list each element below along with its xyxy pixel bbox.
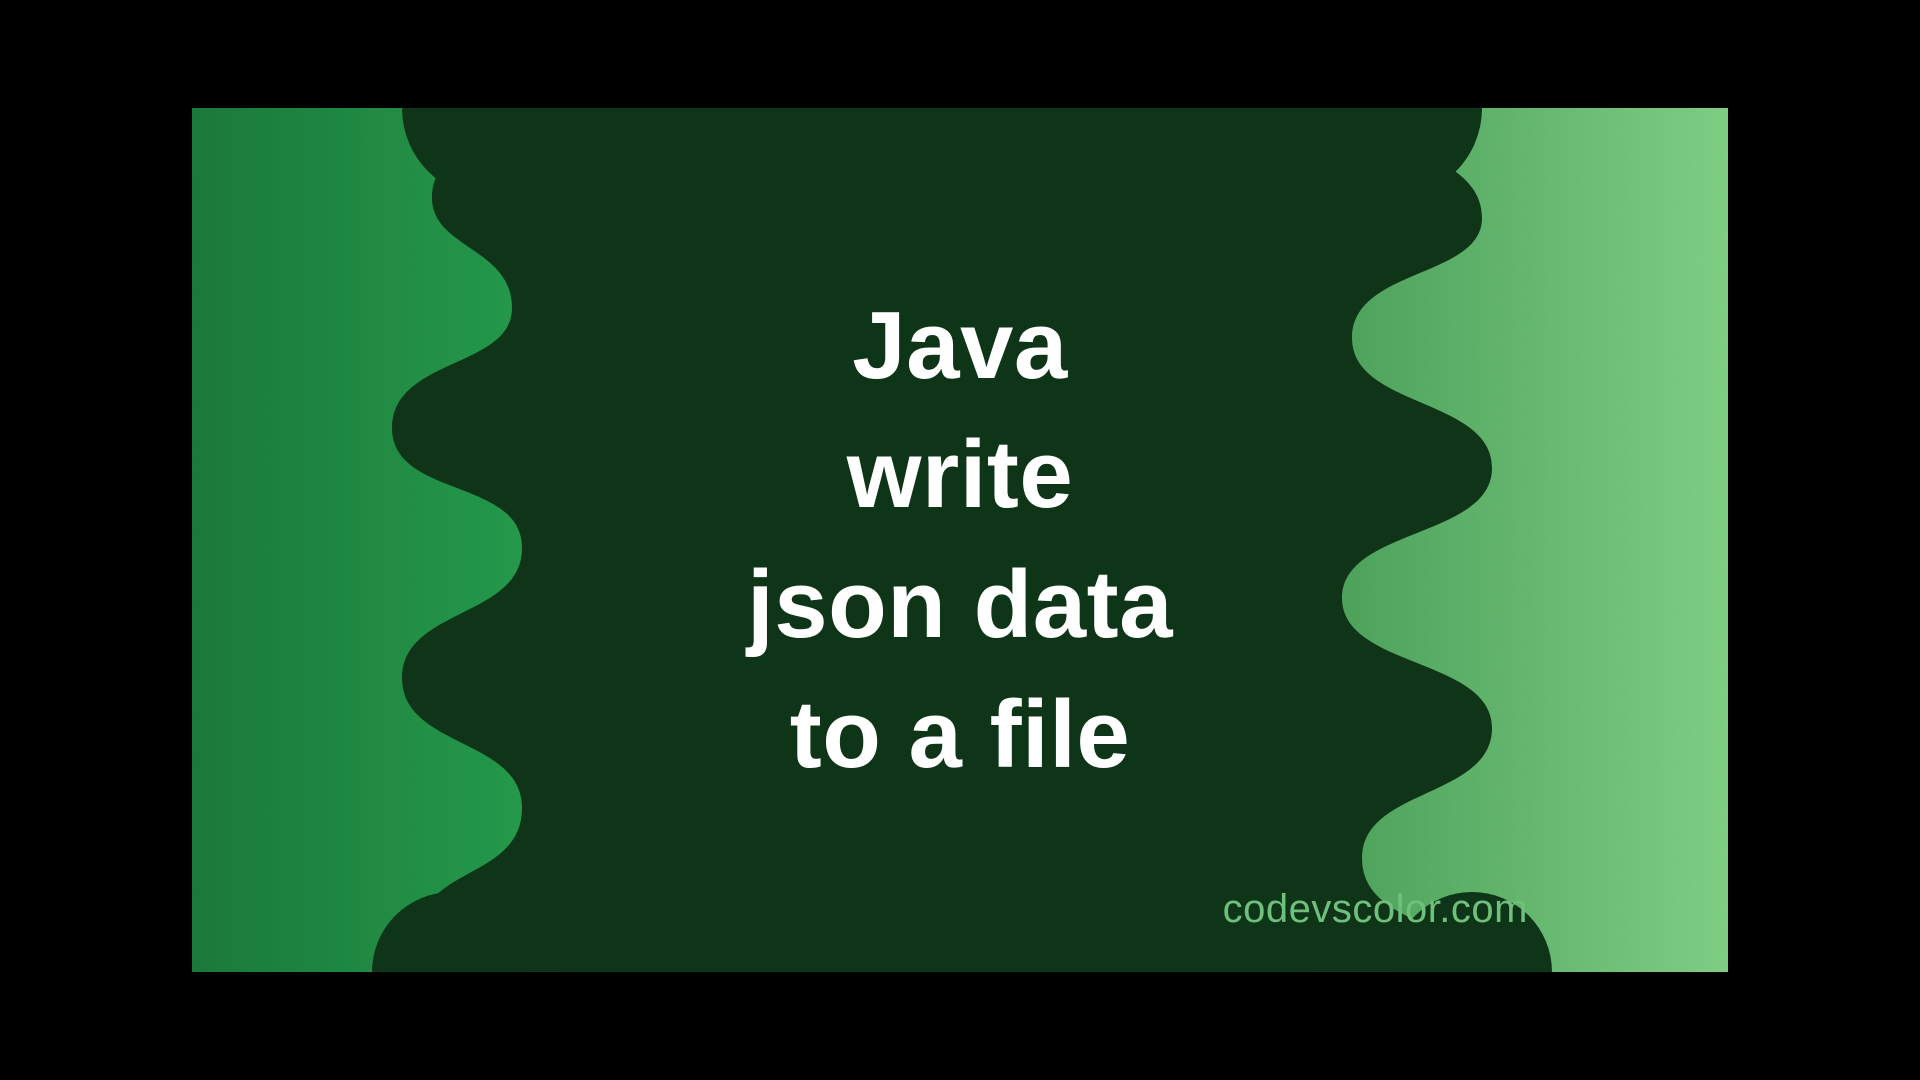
attribution-text: codevscolor.com [1223, 887, 1528, 932]
banner-image: Java write json data to a file codevscol… [192, 108, 1728, 972]
background-svg [192, 108, 1728, 972]
